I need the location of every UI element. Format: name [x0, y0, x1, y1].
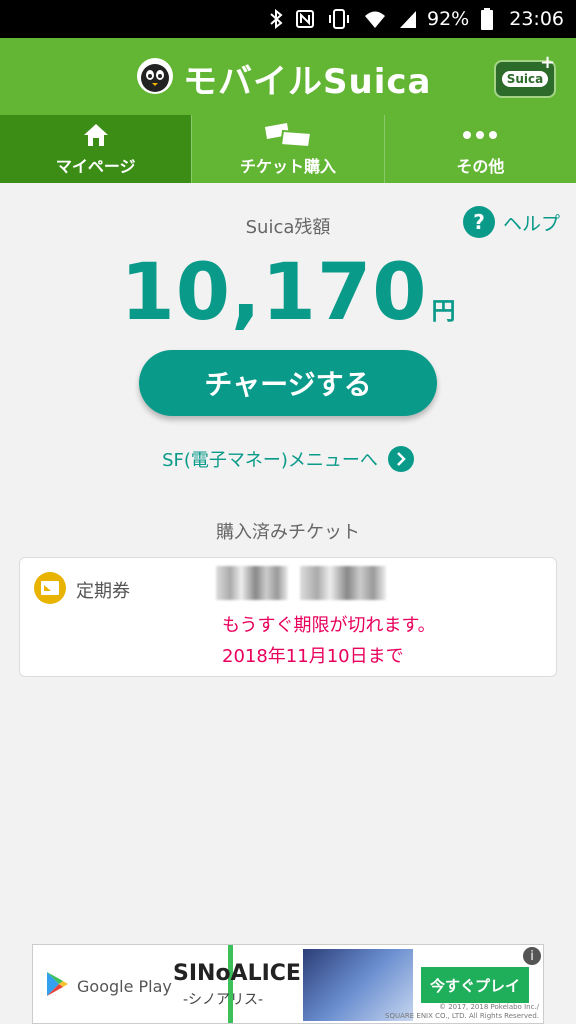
battery-icon [481, 8, 494, 30]
tab-label: チケット購入 [239, 156, 336, 176]
nfc-icon [295, 9, 315, 29]
more-icon [462, 122, 498, 148]
expiry-warning: もうすぐ期限が切れます。 [222, 615, 436, 636]
main-tabs: マイページ チケット購入 その他 [0, 115, 576, 183]
suica-card-label: Suica [501, 71, 549, 87]
battery-percent: 92% [427, 8, 470, 30]
expiry-date: 2018年11月10日まで [222, 646, 404, 667]
home-icon [83, 122, 109, 148]
sf-menu-link[interactable]: SF(電子マネー)メニューへ [0, 446, 576, 472]
vibrate-icon [327, 9, 351, 29]
sf-menu-label: SF(電子マネー)メニューへ [162, 450, 378, 471]
ticket-card[interactable]: 定期券 もうすぐ期限が切れます。 2018年11月10日まで [19, 557, 557, 677]
ad-subtitle: -シノアリス- [183, 992, 264, 1008]
blurred-route-info [216, 566, 288, 600]
help-link[interactable]: ? ヘルプ [463, 206, 560, 238]
add-card-plus[interactable]: + [540, 52, 555, 73]
bluetooth-icon [269, 9, 283, 29]
tab-ticket-purchase[interactable]: チケット購入 [191, 115, 383, 183]
wifi-icon [363, 9, 387, 29]
status-bar: 92% 23:06 [0, 0, 576, 38]
google-play-badge: Google Play [45, 971, 172, 1001]
ad-info-icon[interactable]: i [523, 947, 541, 965]
commuter-pass-icon [34, 572, 66, 604]
play-now-button[interactable]: 今すぐプレイ [421, 967, 529, 1003]
chevron-right-icon [387, 446, 414, 472]
ad-title: SINoALICE [173, 961, 301, 986]
blurred-route-info [300, 566, 386, 600]
signal-icon [399, 9, 417, 29]
google-play-label: Google Play [77, 976, 172, 996]
ad-copyright-line: © 2017, 2018 Pokelabo Inc./ [438, 1003, 539, 1011]
ad-copyright: © 2017, 2018 Pokelabo Inc./ SQUARE ENIX … [385, 1003, 539, 1021]
purchased-tickets-title: 購入済みチケット [216, 522, 360, 543]
tab-label: その他 [456, 156, 505, 176]
tickets-icon [261, 122, 315, 148]
tab-mypage[interactable]: マイページ [0, 115, 192, 183]
help-icon: ? [463, 206, 495, 238]
app-logo: モバイルSuica [135, 55, 432, 102]
help-label: ヘルプ [503, 212, 561, 235]
balance-unit: 円 [431, 297, 456, 325]
google-play-icon [45, 971, 69, 1001]
tab-label: マイページ [55, 156, 136, 176]
clock: 23:06 [509, 8, 564, 30]
penguin-icon [135, 56, 175, 100]
charge-button[interactable]: チャージする [139, 350, 437, 416]
tab-others[interactable]: その他 [383, 115, 576, 183]
ad-copyright-line: SQUARE ENIX CO., LTD. All Rights Reserve… [385, 1012, 539, 1020]
ad-banner[interactable]: Google Play SINoALICE -シノアリス- 今すぐプレイ i ©… [32, 944, 544, 1024]
balance-amount: 10,170 円 [0, 248, 576, 338]
ticket-type: 定期券 [76, 581, 130, 602]
balance-value: 10,170 [120, 248, 428, 338]
app-title: モバイルSuica [183, 61, 432, 102]
app-header: モバイルSuica Suica + [0, 38, 576, 115]
